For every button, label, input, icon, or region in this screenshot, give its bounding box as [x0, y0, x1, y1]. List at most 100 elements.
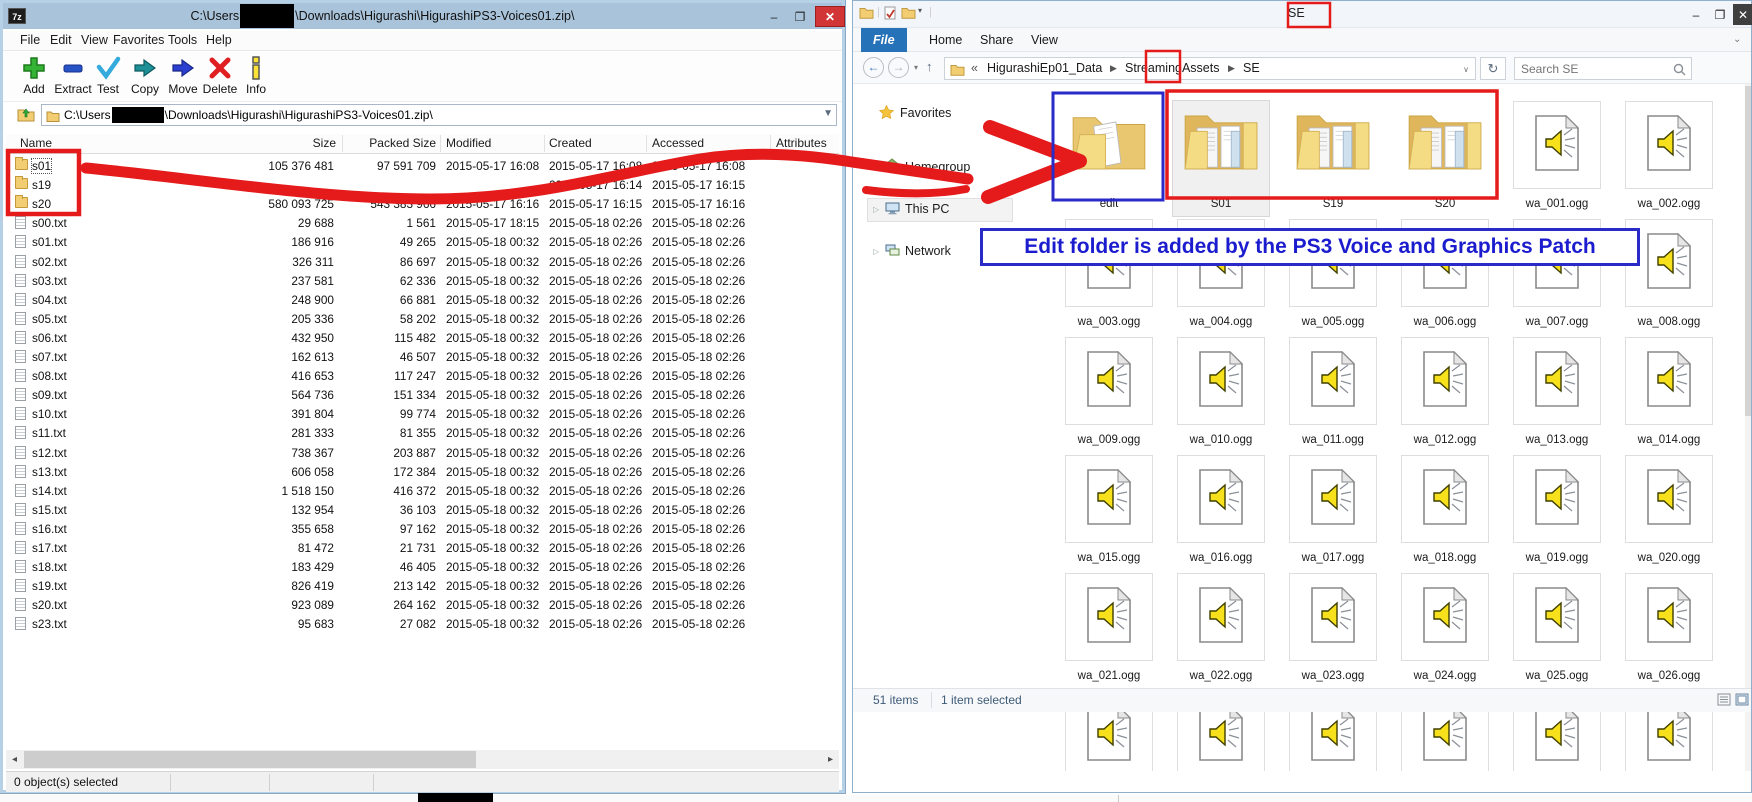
menu-item-help[interactable]: Help [206, 33, 232, 47]
search-input[interactable] [1521, 60, 1666, 77]
search-box[interactable] [1514, 57, 1692, 80]
grid-item-file[interactable]: wa_011.ogg [1285, 337, 1381, 452]
grid-item-file[interactable]: wa_004.ogg [1173, 219, 1269, 334]
tab-file[interactable]: File [861, 28, 907, 52]
grid-item-file[interactable]: wa_013.ogg [1509, 337, 1605, 452]
grid-item-file[interactable]: wa_002.ogg [1621, 101, 1717, 216]
scrollbar-thumb[interactable] [24, 751, 476, 768]
close-button[interactable]: ✕ [1733, 4, 1752, 25]
table-row[interactable]: s15.txt132 95436 1032015-05-18 00:322015… [6, 501, 839, 520]
maximize-button[interactable]: ❐ [1709, 4, 1731, 25]
breadcrumb-item[interactable]: HigurashiEp01_Data [987, 61, 1102, 75]
scroll-left-arrow[interactable]: ◂ [6, 750, 23, 769]
table-row[interactable]: s09.txt564 736151 3342015-05-18 00:32201… [6, 386, 839, 405]
table-row[interactable]: s11.txt281 33381 3552015-05-18 00:322015… [6, 424, 839, 443]
new-folder-icon[interactable] [901, 6, 916, 22]
menu-item-view[interactable]: View [81, 33, 108, 47]
table-row[interactable]: s20.txt923 089264 1622015-05-18 00:32201… [6, 596, 839, 615]
table-row[interactable]: s14.txt1 518 150416 3722015-05-18 00:322… [6, 482, 839, 501]
grid-item-file[interactable]: wa_015.ogg [1061, 455, 1157, 570]
chevron-down-icon[interactable]: ▼ [823, 108, 833, 119]
breadcrumb-item[interactable]: StreamingAssets [1125, 61, 1219, 75]
grid-item-file[interactable]: wa_019.ogg [1509, 455, 1605, 570]
table-row[interactable]: s01105 376 48197 591 7092015-05-17 16:08… [6, 157, 839, 176]
table-row[interactable]: s06.txt432 950115 4822015-05-18 00:32201… [6, 329, 839, 348]
thumbnail-view-icon[interactable] [1735, 693, 1749, 709]
table-row[interactable]: s10.txt391 80499 7742015-05-18 00:322015… [6, 405, 839, 424]
menu-item-favorites[interactable]: Favorites [113, 33, 164, 47]
table-row[interactable]: s18.txt183 42946 4052015-05-18 00:322015… [6, 558, 839, 577]
grid-item-file[interactable]: wa_018.ogg [1397, 455, 1493, 570]
chevron-down-icon[interactable]: ▾ [918, 6, 922, 15]
maximize-button[interactable]: ❐ [789, 6, 811, 27]
table-row[interactable]: s04.txt248 90066 8812015-05-18 00:322015… [6, 291, 839, 310]
grid-item-file[interactable]: wa_025.ogg [1509, 573, 1605, 688]
menu-item-tools[interactable]: Tools [168, 33, 197, 47]
column-header-packed-size[interactable]: Packed Size [344, 136, 436, 150]
grid-item-file[interactable]: wa_009.ogg [1061, 337, 1157, 452]
column-header-modified[interactable]: Modified [446, 136, 491, 150]
minimize-button[interactable]: – [1685, 4, 1707, 25]
table-row[interactable]: s192015-05-17 16:142015-05-17 16:15 [6, 176, 839, 195]
scrollbar-thumb[interactable] [1745, 86, 1751, 416]
breadcrumb-chevrons[interactable]: « [971, 61, 978, 75]
table-row[interactable]: s05.txt205 33658 2022015-05-18 00:322015… [6, 310, 839, 329]
grid-item-file[interactable]: wa_021.ogg [1061, 573, 1157, 688]
column-header-size[interactable]: Size [256, 136, 336, 150]
grid-item-folder[interactable]: S19 [1285, 101, 1381, 216]
grid-item-file[interactable]: wa_020.ogg [1621, 455, 1717, 570]
table-row[interactable]: s16.txt355 65897 1622015-05-18 00:322015… [6, 520, 839, 539]
table-row[interactable]: s13.txt606 058172 3842015-05-18 00:32201… [6, 463, 839, 482]
back-button[interactable]: ← [863, 57, 884, 78]
grid-item-file[interactable]: wa_017.ogg [1285, 455, 1381, 570]
details-view-icon[interactable] [1717, 693, 1731, 709]
tab-share[interactable]: Share [968, 28, 1025, 52]
table-row[interactable]: s00.txt29 6881 5612015-05-17 18:152015-0… [6, 214, 839, 233]
refresh-button[interactable]: ↻ [1480, 57, 1506, 80]
add-button[interactable]: Add [12, 55, 56, 96]
column-header-accessed[interactable]: Accessed [652, 136, 704, 150]
table-row[interactable]: s02.txt326 31186 6972015-05-18 00:322015… [6, 253, 839, 272]
table-row[interactable]: s12.txt738 367203 8872015-05-18 00:32201… [6, 444, 839, 463]
chevron-down-icon[interactable]: ∨ [1463, 65, 1469, 74]
tab-view[interactable]: View [1019, 28, 1070, 52]
chevron-down-icon[interactable]: ⌄ [1733, 34, 1741, 45]
grid-item-file[interactable]: wa_003.ogg [1061, 219, 1157, 334]
column-header-created[interactable]: Created [549, 136, 592, 150]
close-button[interactable]: ✕ [815, 6, 845, 27]
column-header-name[interactable]: Name [20, 136, 52, 150]
table-row[interactable]: s20580 093 725543 383 9662015-05-17 16:1… [6, 195, 839, 214]
grid-item-file[interactable]: wa_012.ogg [1397, 337, 1493, 452]
grid-item-folder[interactable]: edit [1061, 101, 1157, 216]
table-row[interactable]: s17.txt81 47221 7312015-05-18 00:322015-… [6, 539, 839, 558]
grid-item-file[interactable]: wa_022.ogg [1173, 573, 1269, 688]
menu-item-edit[interactable]: Edit [50, 33, 72, 47]
tab-home[interactable]: Home [917, 28, 974, 52]
properties-icon[interactable] [884, 6, 896, 23]
table-row[interactable]: s08.txt416 653117 2472015-05-18 00:32201… [6, 367, 839, 386]
grid-item-file[interactable]: wa_006.ogg [1397, 219, 1493, 334]
minimize-button[interactable]: – [763, 6, 785, 27]
grid-item-file[interactable]: wa_016.ogg [1173, 455, 1269, 570]
info-button[interactable]: Info [234, 55, 278, 96]
grid-item-file[interactable]: wa_023.ogg [1285, 573, 1381, 688]
grid-item-file[interactable]: wa_001.ogg [1509, 101, 1605, 216]
table-row[interactable]: s19.txt826 419213 1422015-05-18 00:32201… [6, 577, 839, 596]
path-combobox[interactable]: C:\Users\Downloads\Higurashi\HigurashiPS… [41, 104, 837, 126]
breadcrumb-item-current[interactable]: SE [1243, 61, 1260, 75]
breadcrumb-bar[interactable]: « HigurashiEp01_Data ▶ StreamingAssets ▶… [944, 57, 1476, 80]
grid-item-file[interactable]: wa_024.ogg [1397, 573, 1493, 688]
column-header-attributes[interactable]: Attributes [776, 136, 827, 150]
grid-item-file[interactable]: wa_014.ogg [1621, 337, 1717, 452]
grid-item-folder[interactable]: S01 [1173, 101, 1269, 216]
scroll-right-arrow[interactable]: ▸ [822, 750, 839, 769]
explorer-titlebar[interactable]: | ▾ | SE – ❐ ✕ [853, 1, 1751, 28]
folder-up-icon[interactable] [17, 106, 35, 127]
grid-item-file[interactable]: wa_026.ogg [1621, 573, 1717, 688]
grid-item-file[interactable]: wa_005.ogg [1285, 219, 1381, 334]
table-row[interactable]: s07.txt162 61346 5072015-05-18 00:322015… [6, 348, 839, 367]
history-dropdown-icon[interactable]: ▾ [914, 63, 918, 72]
horizontal-scrollbar[interactable]: ◂ ▸ [6, 750, 839, 769]
grid-item-file[interactable]: wa_008.ogg [1621, 219, 1717, 334]
grid-item-folder[interactable]: S20 [1397, 101, 1493, 216]
